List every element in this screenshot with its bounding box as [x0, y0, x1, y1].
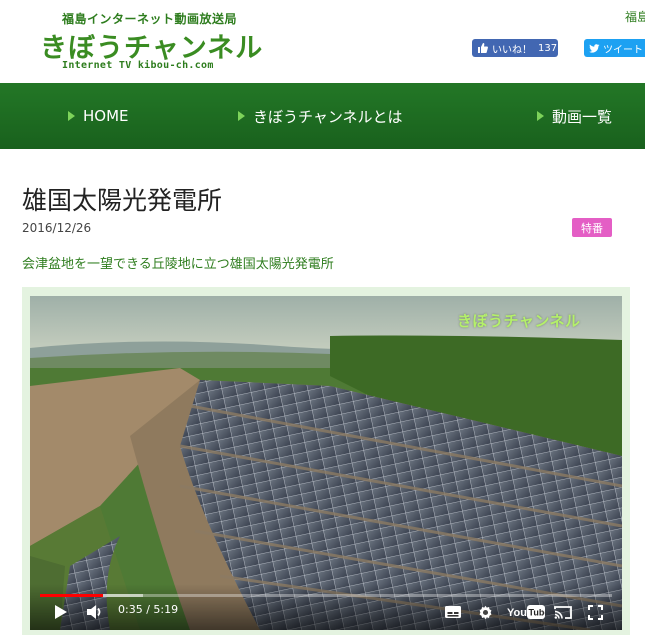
nav-arrow-icon: [537, 111, 544, 121]
facebook-like-count: 137: [538, 42, 558, 54]
settings-button[interactable]: [474, 601, 496, 623]
site-logo[interactable]: 福島インターネット動画放送局 きぼうチャンネル Internet TV kibo…: [36, 6, 276, 76]
thumbs-up-icon: [477, 42, 489, 54]
category-badge[interactable]: 特番: [572, 218, 612, 237]
progress-played: [40, 594, 103, 597]
post-date: 2016/12/26: [22, 221, 92, 235]
duration: 5:19: [153, 603, 179, 616]
nav-item-video-list[interactable]: 動画一覧: [537, 83, 612, 149]
play-button[interactable]: [50, 601, 72, 623]
cast-button[interactable]: [552, 601, 574, 623]
site-header: 福島インターネット動画放送局 きぼうチャンネル Internet TV kibo…: [0, 0, 645, 83]
nav-item-label: HOME: [83, 107, 129, 125]
youtube-tube-text: Tube: [529, 608, 546, 618]
twitter-tweet-button[interactable]: ツイート: [584, 39, 645, 57]
twitter-bird-icon: [589, 43, 600, 54]
video-player[interactable]: きぼうチャンネル 0:35 / 5:19 You Tube: [30, 296, 622, 630]
logo-url: Internet TV kibou-ch.com: [62, 60, 214, 71]
header-region-text: 福島: [625, 10, 645, 24]
twitter-tweet-label: ツイート: [603, 44, 643, 56]
time-display: 0:35 / 5:19: [118, 603, 178, 616]
play-icon: [55, 605, 67, 619]
cast-icon: [554, 605, 572, 619]
facebook-like-button[interactable]: いいね！ 137: [472, 39, 558, 57]
fullscreen-button[interactable]: [584, 601, 606, 623]
settings-icon: [479, 605, 491, 619]
progress-bar[interactable]: [40, 594, 612, 597]
youtube-text: You: [507, 607, 527, 619]
fullscreen-icon: [587, 604, 603, 620]
youtube-button[interactable]: You Tube: [506, 601, 546, 623]
nav-arrow-icon: [68, 111, 75, 121]
time-separator: /: [142, 603, 154, 616]
video-controls: 0:35 / 5:19 You Tube: [30, 584, 622, 630]
nav-item-home[interactable]: HOME: [68, 83, 129, 149]
volume-button[interactable]: [84, 601, 106, 623]
nav-item-label: きぼうチャンネルとは: [253, 107, 403, 126]
current-time: 0:35: [118, 603, 143, 616]
video-frame-image: [30, 296, 622, 630]
page-title: 雄国太陽光発電所: [22, 186, 223, 215]
subtitles-button[interactable]: [442, 601, 464, 623]
main-nav: HOME きぼうチャンネルとは 動画一覧: [0, 83, 645, 149]
volume-icon: [87, 605, 101, 619]
channel-watermark: きぼうチャンネル: [457, 312, 581, 330]
nav-arrow-icon: [238, 111, 245, 121]
subtitles-icon: [445, 606, 461, 618]
logo-tagline: 福島インターネット動画放送局: [62, 12, 238, 26]
facebook-like-label: いいね！: [492, 44, 532, 56]
nav-item-about[interactable]: きぼうチャンネルとは: [238, 83, 403, 149]
youtube-logo: You Tube: [507, 605, 546, 619]
nav-item-label: 動画一覧: [552, 107, 613, 126]
article-description: 会津盆地を一望できる丘陵地に立つ雄国太陽光発電所: [22, 257, 334, 272]
